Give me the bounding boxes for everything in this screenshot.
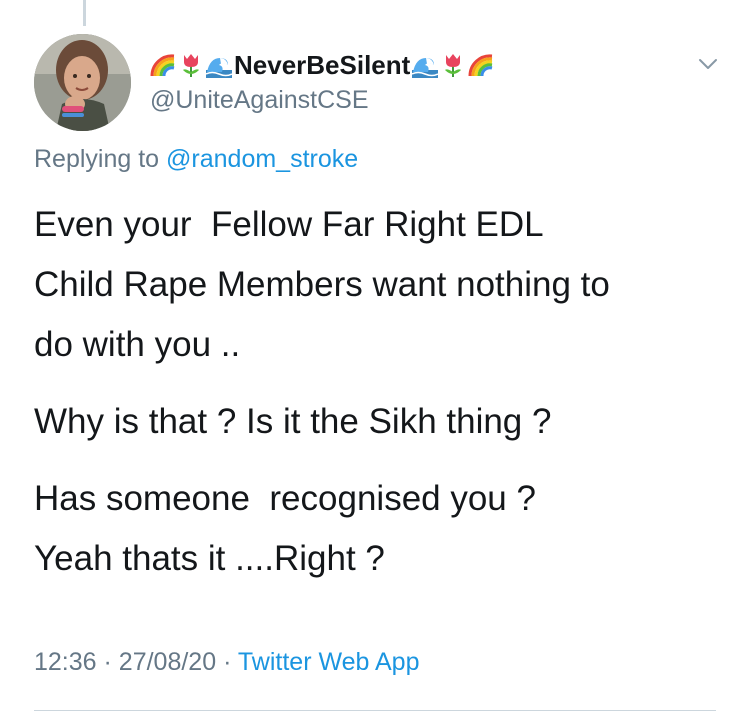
display-name-row[interactable]: NeverBeSilent bbox=[150, 48, 690, 82]
tweet-text-line: Even your Fellow Far Right EDL bbox=[34, 205, 544, 244]
tulip-icon bbox=[178, 52, 204, 78]
tweet-time[interactable]: 12:36 bbox=[34, 648, 97, 676]
divider bbox=[34, 710, 716, 711]
tweet-text-line: Yeah thats it ....Right ? bbox=[34, 539, 385, 578]
display-name[interactable]: NeverBeSilent bbox=[234, 50, 410, 81]
rainbow-icon bbox=[468, 52, 494, 78]
wave-icon bbox=[206, 52, 232, 78]
replying-to-mention-link[interactable]: @random_stroke bbox=[166, 145, 358, 173]
tweet-text-line: Child Rape Members want nothing to bbox=[34, 265, 610, 304]
avatar-photo bbox=[34, 34, 131, 131]
tweet-source-link[interactable]: Twitter Web App bbox=[238, 648, 420, 676]
tweet-text: Even your Fellow Far Right EDL Child Rap… bbox=[34, 195, 734, 589]
thread-connector-line bbox=[83, 0, 86, 26]
tweet-text-line: do with you .. bbox=[34, 325, 241, 364]
chevron-down-icon[interactable] bbox=[696, 52, 720, 76]
tulip-icon bbox=[440, 52, 466, 78]
replying-to-label: Replying to bbox=[34, 145, 160, 173]
rainbow-icon bbox=[150, 52, 176, 78]
meta-separator: · bbox=[223, 648, 232, 676]
tweet-text-line: Why is that ? Is it the Sikh thing ? bbox=[34, 402, 552, 441]
replying-to-line: Replying to @random_stroke bbox=[34, 145, 358, 174]
tweet-header: NeverBeSilent @UniteAgainstCSE bbox=[150, 48, 690, 115]
tweet-date[interactable]: 27/08/20 bbox=[119, 648, 216, 676]
tweet-text-line: Has someone recognised you ? bbox=[34, 479, 536, 518]
meta-separator: · bbox=[103, 648, 112, 676]
user-handle[interactable]: @UniteAgainstCSE bbox=[150, 86, 690, 115]
tweet-meta: 12:36 · 27/08/20 · Twitter Web App bbox=[34, 648, 419, 677]
wave-icon bbox=[412, 52, 439, 78]
avatar[interactable] bbox=[34, 34, 131, 131]
